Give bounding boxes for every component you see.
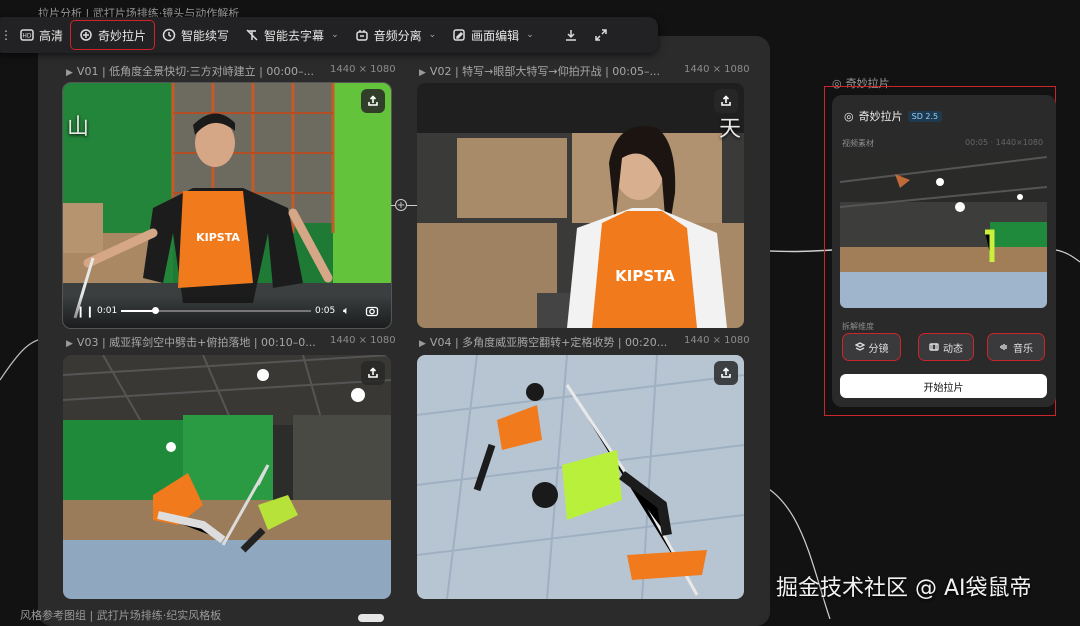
smart-continue-label: 智能续写 [181,28,230,43]
material-frame [840,152,1047,308]
share-button-v04[interactable] [714,361,738,385]
chevron-down-icon: ⌄ [331,30,339,40]
video-v01[interactable]: KIPSTA 山 ❙❙ 0:01 0:05 🔈︎ [62,82,392,329]
share-icon [721,367,731,378]
clip-res-v01: 1440 × 1080 [330,64,396,75]
start-breakdown-button[interactable]: 开始拉片 [840,374,1047,398]
share-icon [368,367,378,378]
play-icon: ▶ [66,339,73,349]
share-icon [721,95,731,106]
clip-title-v02: ▶ V02 | 特写→眼部大特写→仰拍开战 | 00:05–... [419,65,660,78]
clip-res-v04: 1440 × 1080 [684,335,750,346]
fullscreen-button[interactable] [586,21,616,49]
option-storyboard-button[interactable]: 分镜 [842,333,901,361]
video-frame-v04 [417,355,744,599]
share-button-v02[interactable] [714,89,738,113]
clip-res-v03: 1440 × 1080 [330,335,396,346]
remove-subtitle-label: 智能去字幕 [264,28,325,43]
edit-icon [452,28,466,42]
video-frame-v03 [63,355,391,599]
hd-icon: HD [20,28,34,42]
video-v04[interactable] [417,355,744,599]
video-v02[interactable]: KIPSTA 天 [417,83,744,328]
magic-breakdown-button[interactable]: 奇妙拉片 [70,20,156,50]
site-watermark: 掘金技术社区 @ AI袋鼠帝 [776,576,1032,601]
vest-logo-text: KIPSTA [196,231,240,244]
magic-breakdown-label: 奇妙拉片 [98,28,147,43]
waveform-icon [1000,344,1007,350]
audio-split-icon [355,28,369,42]
overlay-char-v01: 山 [67,115,90,140]
hd-label: 高清 [39,28,64,43]
progress-track[interactable] [121,307,311,314]
clip-title-v03: ▶ V03 | 威亚挥剑空中劈击+俯拍落地 | 00:10–0... [66,336,316,349]
snapshot-icon[interactable] [365,303,379,322]
option-motion-button[interactable]: 动态 [918,333,974,361]
connector-stub-right [407,205,417,206]
menu-icon: ⋮ [0,28,12,42]
progress-fill [121,310,156,312]
expand-icon [594,28,608,42]
download-button[interactable] [556,21,586,49]
material-thumbnail[interactable] [840,152,1047,308]
clip-res-v02: 1440 × 1080 [684,64,750,75]
magic-icon [79,28,93,42]
share-icon [368,95,378,106]
option-music-button[interactable]: 音乐 [987,333,1045,361]
connector-add-icon[interactable]: + [395,199,407,211]
audio-separation-label: 音频分离 [373,28,422,43]
text-strike-icon [245,28,259,42]
vest-logo-text: KIPSTA [615,267,675,285]
bottom-group-label: 风格参考图组 | 武打片场排练·纪实风格板 [20,609,222,622]
scroll-handle[interactable] [358,614,384,622]
clip-title-v04: ▶ V04 | 多角度威亚腾空翻转+定格收势 | 00:20... [419,336,668,349]
share-button-v01[interactable] [361,89,385,113]
download-icon [564,28,578,42]
play-icon: ▶ [419,68,426,78]
svg-text:HD: HD [22,33,32,40]
video-frame-v01: KIPSTA [63,83,391,328]
chevron-down-icon: ⌄ [428,30,437,40]
volume-icon[interactable]: 🔈︎ [343,304,350,318]
chevron-down-icon: ⌄ [526,30,534,40]
play-icon: ▶ [419,339,426,349]
model-badge: SD 2.5 [907,110,943,122]
dimension-label: 拆解维度 [842,322,874,331]
toolbar-left-edge[interactable]: ⋮ [0,21,12,49]
image-edit-button[interactable]: 画面编辑 ⌄ [444,21,542,49]
play-icon: ▶ [66,68,73,78]
video-frame-v02: KIPSTA [417,83,744,328]
node-title: 奇妙拉片 [858,110,903,123]
overlay-char-v02: 天 [719,117,742,142]
video-v03[interactable] [63,355,391,599]
film-icon [929,343,939,351]
toolbar: ⋮ HD 高清 奇妙拉片 智能续写 智能去字幕 ⌄ 音频分离 ⌄ 画面编辑 ⌄ [0,17,658,53]
material-meta: 00:05 · 1440×1080 [965,138,1044,147]
magic-breakdown-node[interactable]: ◎ 奇妙拉片 SD 2.5 视频素材 00:05 · 1440×1080 拆解维… [832,95,1056,407]
layers-icon [854,342,865,351]
player-current-time: 0:01 [97,306,118,316]
magic-icon: ◎ [844,109,854,123]
connector-stub-left [391,205,395,206]
audio-separation-button[interactable]: 音频分离 ⌄ [347,21,445,49]
hd-button[interactable]: HD 高清 [12,21,71,49]
image-edit-label: 画面编辑 [471,28,520,43]
share-button-v03[interactable] [361,361,385,385]
node-header: ◎ 奇妙拉片 SD 2.5 [844,108,943,124]
smart-continue-button[interactable]: 智能续写 [154,21,237,49]
remove-subtitle-button[interactable]: 智能去字幕 ⌄ [237,21,347,49]
material-label: 视频素材 [842,139,874,148]
player-duration: 0:05 [315,306,336,316]
pause-icon[interactable]: ❙❙ [76,305,94,318]
clip-title-v01: ▶ V01 | 低角度全景快切·三方对峙建立 | 00:00–... [66,65,315,78]
clock-plus-icon [162,28,176,42]
